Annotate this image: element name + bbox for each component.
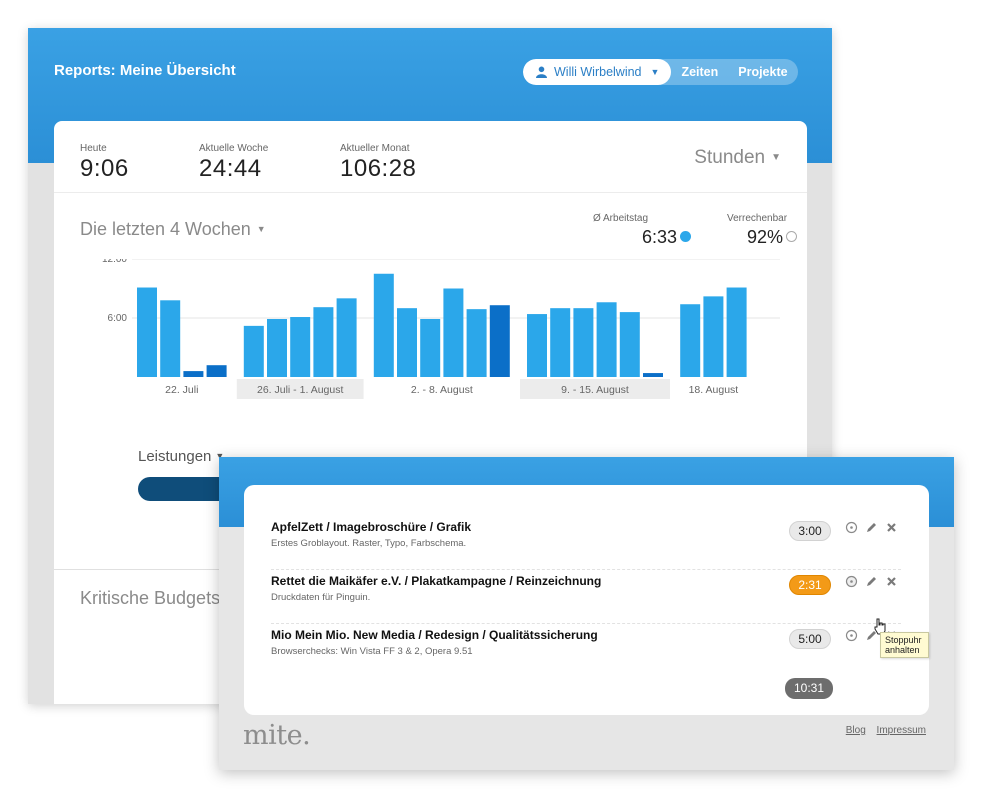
bar[interactable] [373,273,394,377]
total-time-badge: 10:31 [785,678,833,699]
stat-value: 24:44 [199,155,262,182]
footer-link-impressum[interactable]: Impressum [877,725,926,736]
tooltip: Stoppuhr anhalten [880,632,929,658]
user-name: Willi Wirbelwind [554,65,642,79]
stat-value: 106:28 [340,155,417,182]
divider [54,192,807,193]
footer-links: Blog Impressum [838,725,926,736]
stat-today: Heute 9:06 [80,143,129,183]
bar[interactable] [420,318,441,377]
info-icon[interactable] [786,231,797,242]
delete-icon[interactable] [885,521,898,534]
x-tick-label: 18. August [689,384,739,396]
nav-zeiten[interactable]: Zeiten [671,59,728,85]
stat-label: Aktuelle Woche [199,143,269,154]
time-entry-list: ApfelZett / Imagebroschüre / Grafik Erst… [244,485,929,715]
user-menu[interactable]: Willi Wirbelwind ▼ [523,59,672,85]
page-title: Reports: Meine Übersicht [54,62,236,79]
stopwatch-icon[interactable] [845,521,858,534]
bar[interactable] [313,307,334,377]
bar[interactable] [443,288,464,378]
time-entry[interactable]: Rettet die Maikäfer e.V. / Plakatkampagn… [271,569,901,623]
bar[interactable] [726,287,747,377]
stat-month: Aktueller Monat 106:28 [340,143,416,183]
bar[interactable] [290,317,311,377]
bar[interactable] [160,300,181,377]
bar[interactable] [680,304,701,377]
info-icon[interactable] [680,231,691,242]
kpi-value-row: 6:33 [591,227,691,248]
kpi-value: 6:33 [641,227,677,247]
user-icon [536,66,547,78]
pencil-icon[interactable] [865,521,878,534]
y-tick-label: 12:00 [102,259,127,265]
bar[interactable] [243,325,264,377]
unit-dropdown-label: Stunden [694,147,766,168]
bar[interactable] [596,302,617,377]
bar[interactable] [573,308,594,377]
entry-time[interactable]: 3:00 [789,521,831,541]
bar[interactable] [267,318,287,377]
x-tick-label: 26. Juli - 1. August [257,384,343,396]
delete-icon[interactable] [885,575,898,588]
unit-dropdown[interactable]: Stunden ▼ [694,147,781,169]
hours-bar-chart: 12:00 6:00 22. Juli 26. Juli - 1. August 2. … [102,259,780,399]
kpi-billable: Verrechenbar 92% [697,213,797,248]
x-tick-label: 2. - 8. August [411,384,473,396]
entry-actions [845,575,898,588]
kpi-label: Ø Arbeitstag [593,213,649,224]
time-entries-window: ApfelZett / Imagebroschüre / Grafik Erst… [219,457,954,770]
stopwatch-icon[interactable] [845,575,858,588]
entry-actions [845,521,898,534]
stat-label: Heute [80,143,107,154]
critical-budgets-title: Kritische Budgets [80,588,221,608]
nav-projekte[interactable]: Projekte [728,59,797,85]
bar[interactable] [527,314,547,377]
range-title: Die letzten 4 Wochen [80,219,251,239]
top-navigation: Willi Wirbelwind ▼ Zeiten Projekte [523,59,798,85]
bar[interactable] [183,371,204,377]
stat-value: 9:06 [80,155,129,182]
x-tick-label: 9. - 15. August [561,384,629,396]
kpi-avg-workday: Ø Arbeitstag 6:33 [591,213,691,248]
bar[interactable] [619,312,640,377]
footer-link-blog[interactable]: Blog [846,725,866,736]
bar[interactable] [137,287,157,377]
bar[interactable] [206,365,227,377]
bar[interactable] [397,308,417,377]
stat-week: Aktuelle Woche 24:44 [199,143,268,183]
bar[interactable] [703,296,724,377]
entry-time[interactable]: 5:00 [789,629,831,649]
bar[interactable] [550,308,571,377]
kpi-value: 92% [746,227,783,247]
mite-logo: mite. [243,720,311,751]
bar[interactable] [336,298,357,377]
time-entry[interactable]: Mio Mein Mio. New Media / Redesign / Qua… [271,623,901,677]
chevron-down-icon: ▼ [256,224,266,234]
kpi-label: Verrechenbar [727,213,788,224]
chevron-down-icon: ▼ [650,67,660,77]
chevron-down-icon: ▼ [771,152,781,163]
range-dropdown[interactable]: Die letzten 4 Wochen ▼ [80,219,266,240]
stopwatch-icon[interactable] [845,629,858,642]
leistungen-label: Leistungen [138,448,212,465]
bar[interactable] [489,305,510,377]
x-tick-label: 22. Juli [165,384,198,396]
bar[interactable] [466,309,487,377]
leistungen-dropdown[interactable]: Leistungen ▼ [138,448,224,465]
pencil-icon[interactable] [865,575,878,588]
entry-time-running[interactable]: 2:31 [789,575,831,595]
stat-label: Aktueller Monat [340,143,410,154]
y-tick-label: 6:00 [108,313,128,324]
bar[interactable] [643,373,663,377]
kpi-value-row: 92% [697,227,797,248]
time-entry[interactable]: ApfelZett / Imagebroschüre / Grafik Erst… [271,515,901,569]
